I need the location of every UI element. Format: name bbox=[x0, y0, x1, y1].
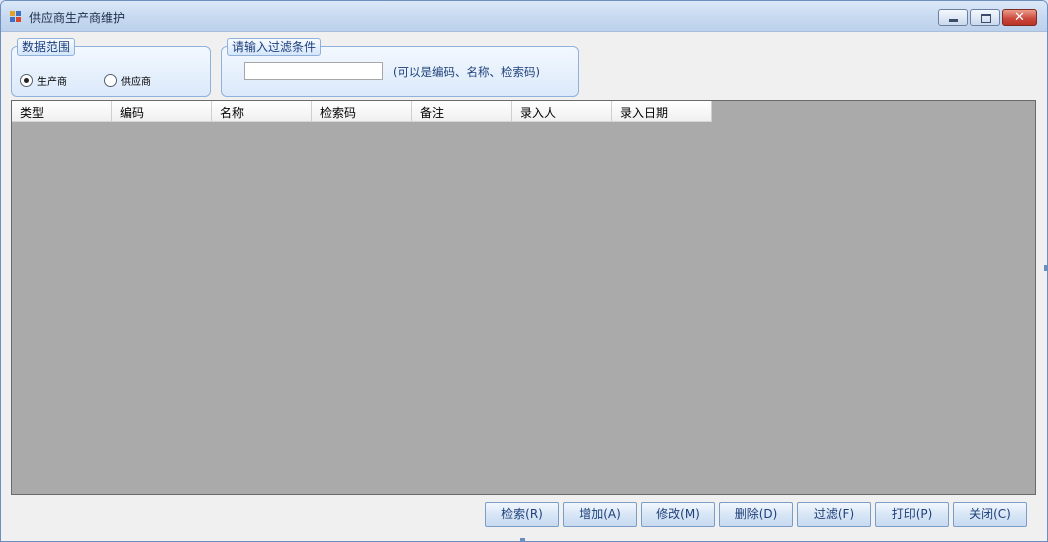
filter-input[interactable] bbox=[244, 62, 383, 80]
resize-handle-right[interactable] bbox=[1044, 265, 1047, 271]
column-header-code[interactable]: 编码 bbox=[112, 101, 212, 122]
radio-manufacturer-circle[interactable] bbox=[20, 74, 33, 87]
search-button[interactable]: 检索(R) bbox=[485, 502, 559, 527]
grid-header: 类型 编码 名称 检索码 备注 录入人 录入日期 bbox=[12, 101, 712, 122]
maximize-button[interactable] bbox=[970, 9, 1000, 26]
maximize-icon bbox=[981, 14, 991, 23]
column-header-entry-date[interactable]: 录入日期 bbox=[612, 101, 712, 122]
close-icon: ✕ bbox=[1014, 10, 1025, 25]
data-grid[interactable]: 类型 编码 名称 检索码 备注 录入人 录入日期 bbox=[11, 100, 1036, 495]
close-button[interactable]: 关闭(C) bbox=[953, 502, 1027, 527]
column-header-remark[interactable]: 备注 bbox=[412, 101, 512, 122]
column-header-type[interactable]: 类型 bbox=[12, 101, 112, 122]
edit-button[interactable]: 修改(M) bbox=[641, 502, 715, 527]
data-scope-group: 数据范围 生产商 供应商 bbox=[11, 38, 211, 97]
add-button[interactable]: 增加(A) bbox=[563, 502, 637, 527]
close-window-button[interactable]: ✕ bbox=[1002, 9, 1037, 26]
filter-legend: 请输入过滤条件 bbox=[227, 38, 322, 56]
radio-supplier-label: 供应商 bbox=[121, 77, 151, 88]
print-button[interactable]: 打印(P) bbox=[875, 502, 949, 527]
data-scope-legend: 数据范围 bbox=[17, 38, 76, 56]
title-bar[interactable]: 供应商生产商维护 ✕ bbox=[1, 1, 1047, 32]
filter-button[interactable]: 过滤(F) bbox=[797, 502, 871, 527]
radio-supplier[interactable]: 供应商 bbox=[104, 73, 151, 88]
radio-manufacturer-label: 生产商 bbox=[37, 77, 67, 88]
resize-handle-bottom[interactable] bbox=[520, 538, 525, 541]
minimize-icon bbox=[949, 19, 958, 22]
app-icon bbox=[10, 11, 22, 23]
radio-supplier-circle[interactable] bbox=[104, 74, 117, 87]
radio-manufacturer[interactable]: 生产商 bbox=[20, 73, 67, 88]
column-header-entered-by[interactable]: 录入人 bbox=[512, 101, 612, 122]
app-window: 供应商生产商维护 ✕ 数据范围 生产商 供应商 请输入过滤条件 (可以是编码、名… bbox=[0, 0, 1048, 542]
column-header-search-code[interactable]: 检索码 bbox=[312, 101, 412, 122]
filter-group: 请输入过滤条件 (可以是编码、名称、检索码) bbox=[221, 38, 579, 97]
filter-hint: (可以是编码、名称、检索码) bbox=[393, 65, 540, 79]
column-header-name[interactable]: 名称 bbox=[212, 101, 312, 122]
radio-selected-dot bbox=[24, 78, 29, 83]
window-title: 供应商生产商维护 bbox=[29, 11, 126, 25]
minimize-button[interactable] bbox=[938, 9, 968, 26]
delete-button[interactable]: 删除(D) bbox=[719, 502, 793, 527]
